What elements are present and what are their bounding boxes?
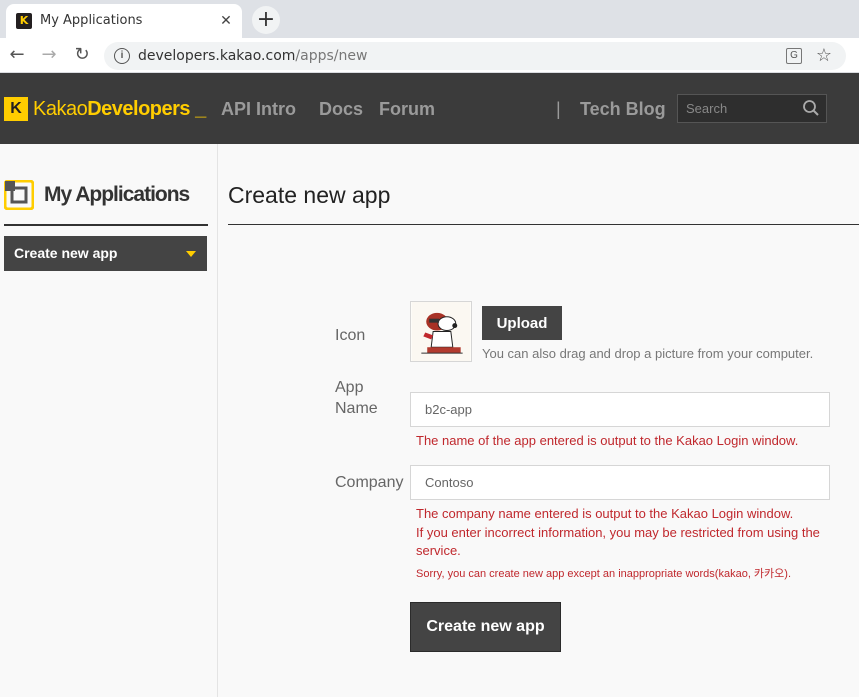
app-name-label-line2: Name: [335, 400, 378, 417]
header-search: [677, 94, 827, 123]
nav-docs[interactable]: Docs: [319, 99, 363, 120]
logo-bold-text: Developers: [87, 97, 191, 120]
url-path: /apps/new: [295, 48, 368, 64]
back-arrow-icon[interactable]: ←: [6, 44, 28, 66]
sidebar-item-label: Create new app: [14, 245, 118, 261]
nav-separator: |: [556, 99, 561, 119]
search-icon[interactable]: [802, 99, 820, 117]
page-title: Create new app: [228, 182, 391, 208]
caret-down-icon: [186, 251, 196, 257]
nav-forum[interactable]: Forum: [379, 99, 435, 120]
company-label: Company: [335, 474, 404, 491]
browser-tab-bar: K My Applications ✕ +: [0, 0, 859, 38]
app-name-input[interactable]: [410, 392, 830, 427]
create-new-app-button[interactable]: Create new app: [410, 602, 561, 652]
sidebar-header: My Applications: [4, 180, 190, 210]
site-header: K KakaoDevelopers _ API Intro Docs Forum…: [0, 73, 859, 144]
upload-hint: You can also drag and drop a picture fro…: [482, 346, 814, 361]
company-input[interactable]: [410, 465, 830, 500]
sidebar-divider: [4, 224, 208, 226]
kakao-developers-logo[interactable]: K KakaoDevelopers _: [4, 97, 206, 121]
kakao-favicon-icon: K: [16, 13, 32, 29]
upload-button[interactable]: Upload: [482, 306, 562, 340]
my-applications-icon: [4, 180, 34, 210]
browser-tab[interactable]: K My Applications ✕: [6, 4, 242, 38]
main-content: Create new app Icon Upload You can also …: [219, 144, 859, 697]
kakao-logo-icon: K: [4, 97, 28, 121]
search-input[interactable]: [678, 95, 798, 122]
close-tab-icon[interactable]: ✕: [216, 10, 236, 30]
app-name-note: The name of the app entered is output to…: [416, 433, 799, 448]
translate-icon[interactable]: G: [786, 48, 802, 64]
nav-api-intro[interactable]: API Intro: [221, 99, 296, 120]
sidebar: My Applications Create new app: [0, 144, 218, 697]
url-host: developers.kakao.com: [138, 48, 296, 64]
company-note-3: Sorry, you can create new app except an …: [416, 568, 792, 580]
snoopy-pilot-image: [411, 302, 471, 361]
sidebar-title: My Applications: [44, 183, 190, 206]
logo-text: KakaoDevelopers _: [33, 98, 206, 121]
address-bar[interactable]: i developers.kakao.com/apps/new G ☆: [104, 42, 846, 70]
new-tab-button[interactable]: +: [252, 6, 280, 34]
title-divider: [228, 224, 859, 225]
app-icon-preview[interactable]: [410, 301, 472, 362]
app-name-label-line1: App: [335, 379, 364, 396]
sidebar-item-create-new-app[interactable]: Create new app: [4, 236, 207, 271]
logo-cursor: _: [195, 97, 206, 120]
company-note-2: If you enter incorrect information, you …: [416, 525, 820, 558]
reload-icon[interactable]: ↻: [71, 44, 93, 66]
forward-arrow-icon[interactable]: →: [38, 44, 60, 66]
nav-tech-blog[interactable]: Tech Blog: [580, 99, 666, 120]
logo-light-text: Kakao: [33, 97, 88, 120]
site-info-icon[interactable]: i: [114, 48, 130, 64]
icon-label: Icon: [335, 327, 366, 344]
tab-title: My Applications: [40, 13, 143, 28]
bookmark-star-icon[interactable]: ☆: [816, 45, 832, 66]
url-text: developers.kakao.com/apps/new: [138, 48, 367, 64]
company-note-1: The company name entered is output to th…: [416, 506, 794, 521]
browser-toolbar: ← → ↻ i developers.kakao.com/apps/new G …: [0, 38, 859, 73]
